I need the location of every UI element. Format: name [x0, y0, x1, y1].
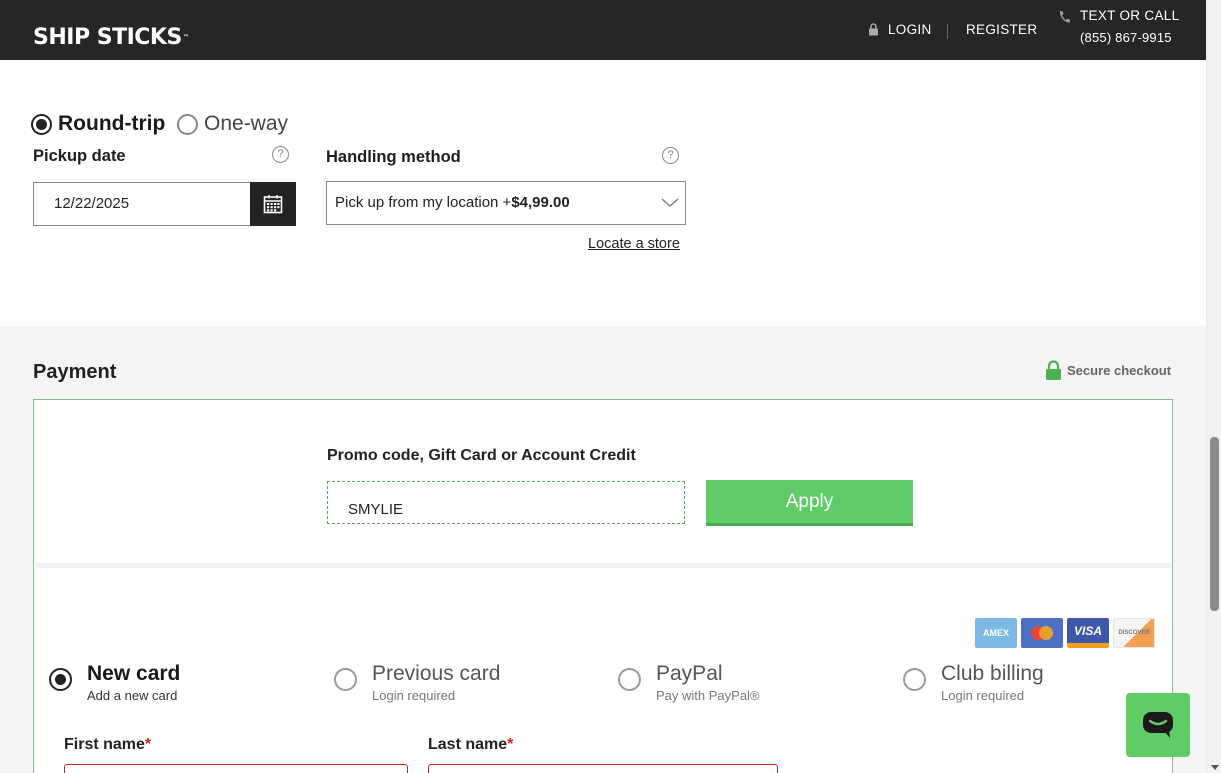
scrollbar-thumb[interactable]	[1210, 437, 1219, 611]
payment-card-panel: Promo code, Gift Card or Account Credit …	[33, 399, 1173, 773]
lock-icon	[869, 23, 878, 36]
round-trip-label: Round-trip	[58, 112, 166, 135]
first-name-label-text: First name	[64, 736, 145, 753]
club-billing-subtitle: Login required	[941, 688, 1025, 703]
last-name-label-text: Last name	[428, 736, 508, 753]
paypal-radio[interactable]	[618, 668, 641, 691]
header-divider	[947, 24, 948, 39]
ship-sticks-logo[interactable]: SHIP STICKS™	[33, 24, 189, 52]
phone-number-link[interactable]: (855) 867-9915	[1080, 30, 1172, 45]
club-billing-radio[interactable]	[903, 668, 926, 691]
paypal-title: PayPal	[656, 662, 723, 685]
one-way-option[interactable]: One-way	[177, 112, 288, 136]
login-label: LOGIN	[888, 22, 932, 37]
payment-method-new-card[interactable]: New card Add a new card	[49, 662, 180, 703]
text-or-call-label: TEXT OR CALL	[1080, 8, 1180, 23]
locate-store-link[interactable]: Locate a store	[588, 236, 680, 252]
chat-bubble-icon	[1143, 712, 1173, 738]
calendar-icon	[263, 195, 283, 214]
secure-checkout-label: Secure checkout	[1067, 362, 1172, 378]
pickup-date-label: Pickup date	[33, 147, 126, 165]
previous-card-subtitle: Login required	[372, 688, 456, 703]
promo-code-label: Promo code, Gift Card or Account Credit	[327, 447, 636, 464]
handling-method-text: Pick up from my location +	[335, 194, 512, 211]
round-trip-radio[interactable]	[31, 113, 52, 135]
mastercard-logo	[1021, 618, 1063, 648]
top-header: SHIP STICKS™ LOGIN REGISTER TEXT OR CALL…	[0, 0, 1206, 60]
new-card-radio[interactable]	[49, 668, 72, 691]
paypal-subtitle: Pay with PayPal®	[656, 688, 760, 703]
section-separator	[35, 563, 1171, 568]
payment-method-club-billing[interactable]: Club billing Login required	[903, 662, 1044, 703]
calendar-button[interactable]	[250, 182, 296, 226]
logo-trademark: ™	[182, 34, 189, 41]
one-way-label: One-way	[204, 112, 289, 135]
first-name-input[interactable]	[64, 764, 408, 773]
first-name-label: First name*	[64, 736, 151, 754]
login-link[interactable]: LOGIN	[868, 22, 932, 37]
previous-card-radio[interactable]	[334, 668, 357, 691]
club-billing-title: Club billing	[941, 662, 1044, 685]
accepted-cards: AMEX VISA DISCOVER	[975, 618, 1155, 648]
handling-method-help-icon[interactable]: ?	[662, 147, 679, 164]
new-card-title: New card	[87, 662, 181, 685]
handling-method-label: Handling method	[326, 148, 461, 166]
phone-icon	[1059, 11, 1070, 23]
register-link[interactable]: REGISTER	[966, 22, 1037, 37]
round-trip-option[interactable]: Round-trip	[31, 112, 165, 136]
last-name-input[interactable]	[428, 764, 778, 773]
payment-method-previous-card[interactable]: Previous card Login required	[334, 662, 500, 703]
chat-widget-button[interactable]	[1126, 693, 1190, 757]
promo-code-input[interactable]	[327, 481, 685, 524]
pickup-date-help-icon[interactable]: ?	[272, 146, 289, 163]
page-scrollbar[interactable]	[1206, 0, 1221, 773]
logo-text: SHIP STICKS	[33, 25, 182, 50]
one-way-radio[interactable]	[177, 113, 198, 135]
payment-method-paypal[interactable]: PayPal Pay with PayPal®	[618, 662, 760, 703]
payment-title: Payment	[33, 361, 117, 383]
last-name-label: Last name*	[428, 736, 513, 754]
secure-checkout-badge: Secure checkout	[1045, 360, 1171, 380]
pickup-date-input[interactable]: 12/22/2025	[33, 182, 250, 226]
previous-card-title: Previous card	[372, 662, 501, 685]
scroll-down-arrow-icon[interactable]	[1211, 765, 1219, 770]
discover-logo: DISCOVER	[1113, 618, 1155, 648]
handling-method-select[interactable]: Pick up from my location +$4,99.00	[326, 181, 686, 225]
required-asterisk: *	[144, 736, 152, 753]
visa-logo: VISA	[1067, 618, 1109, 648]
amex-logo: AMEX	[975, 618, 1017, 648]
required-asterisk: *	[507, 736, 514, 753]
new-card-subtitle: Add a new card	[87, 688, 178, 703]
padlock-icon	[1046, 360, 1061, 380]
apply-button[interactable]: Apply	[706, 480, 913, 526]
chevron-down-icon	[661, 198, 679, 207]
handling-method-price: $4,99.00	[511, 194, 570, 211]
